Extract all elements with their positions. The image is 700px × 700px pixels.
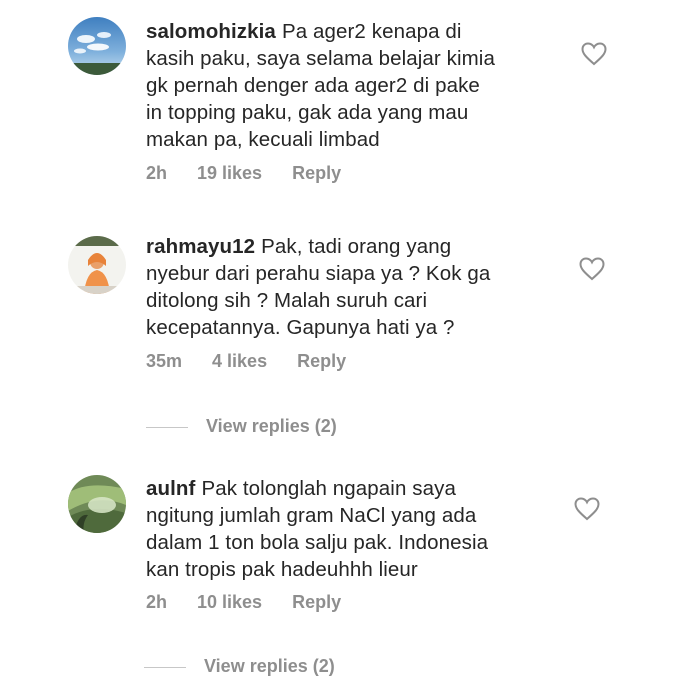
leaf-avatar-icon[interactable]: [68, 475, 126, 533]
comment-text-line: kecepatannya. Gapunya hati ya ?: [146, 316, 455, 339]
view-replies-label: View replies (2): [204, 656, 335, 676]
comment-text-line: in topping paku, gak ada yang mau: [146, 101, 469, 124]
comment-likes[interactable]: 10 likes: [197, 592, 262, 613]
comment-time: 2h: [146, 163, 168, 183]
comment-username[interactable]: aulnf: [146, 477, 195, 500]
reply-button[interactable]: Reply: [297, 351, 346, 372]
girl-avatar-icon[interactable]: [68, 236, 126, 294]
comment-text-line: dalam 1 ton bola salju pak. Indonesia: [146, 531, 489, 554]
comment-text-line: Pak tolonglah ngapain saya: [201, 477, 456, 500]
view-replies-button[interactable]: View replies (2): [146, 416, 337, 437]
view-replies-button[interactable]: View replies (2): [144, 656, 335, 677]
view-replies-divider: [144, 666, 186, 668]
comment-username[interactable]: rahmayu12: [146, 235, 255, 258]
view-replies-label: View replies (2): [206, 416, 337, 436]
comment-time: 35m: [146, 351, 183, 371]
comment-likes[interactable]: 4 likes: [212, 351, 267, 372]
reply-button[interactable]: Reply: [292, 163, 341, 184]
comment-username[interactable]: salomohizkia: [146, 20, 276, 43]
comment-text-line: nyebur dari perahu siapa ya ? Kok ga: [146, 262, 491, 285]
comment-text-line: gk pernah denger ada ager2 di pake: [146, 74, 480, 97]
sky-avatar-icon[interactable]: [68, 17, 126, 75]
comment-text-line: kan tropis pak hadeuhhh lieur: [146, 558, 418, 581]
comment-text-line: Pak, tadi orang yang: [261, 235, 452, 258]
comment-text-line: ditolong sih ? Malah suruh cari: [146, 289, 428, 312]
like-heart-icon[interactable]: [579, 257, 605, 281]
like-heart-icon[interactable]: [581, 42, 607, 66]
comment-text-line: ngitung jumlah gram NaCl yang ada: [146, 504, 477, 527]
comment-text-line: kasih paku, saya selama belajar kimia: [146, 47, 495, 70]
comment-text-line: Pa ager2 kenapa di: [281, 20, 462, 43]
comment-time: 2h: [146, 592, 168, 612]
like-heart-icon[interactable]: [574, 497, 600, 521]
reply-button[interactable]: Reply: [292, 592, 341, 613]
view-replies-divider: [146, 426, 188, 428]
comment-likes[interactable]: 19 likes: [197, 163, 262, 184]
comment-text-line: makan pa, kecuali limbad: [146, 128, 380, 151]
